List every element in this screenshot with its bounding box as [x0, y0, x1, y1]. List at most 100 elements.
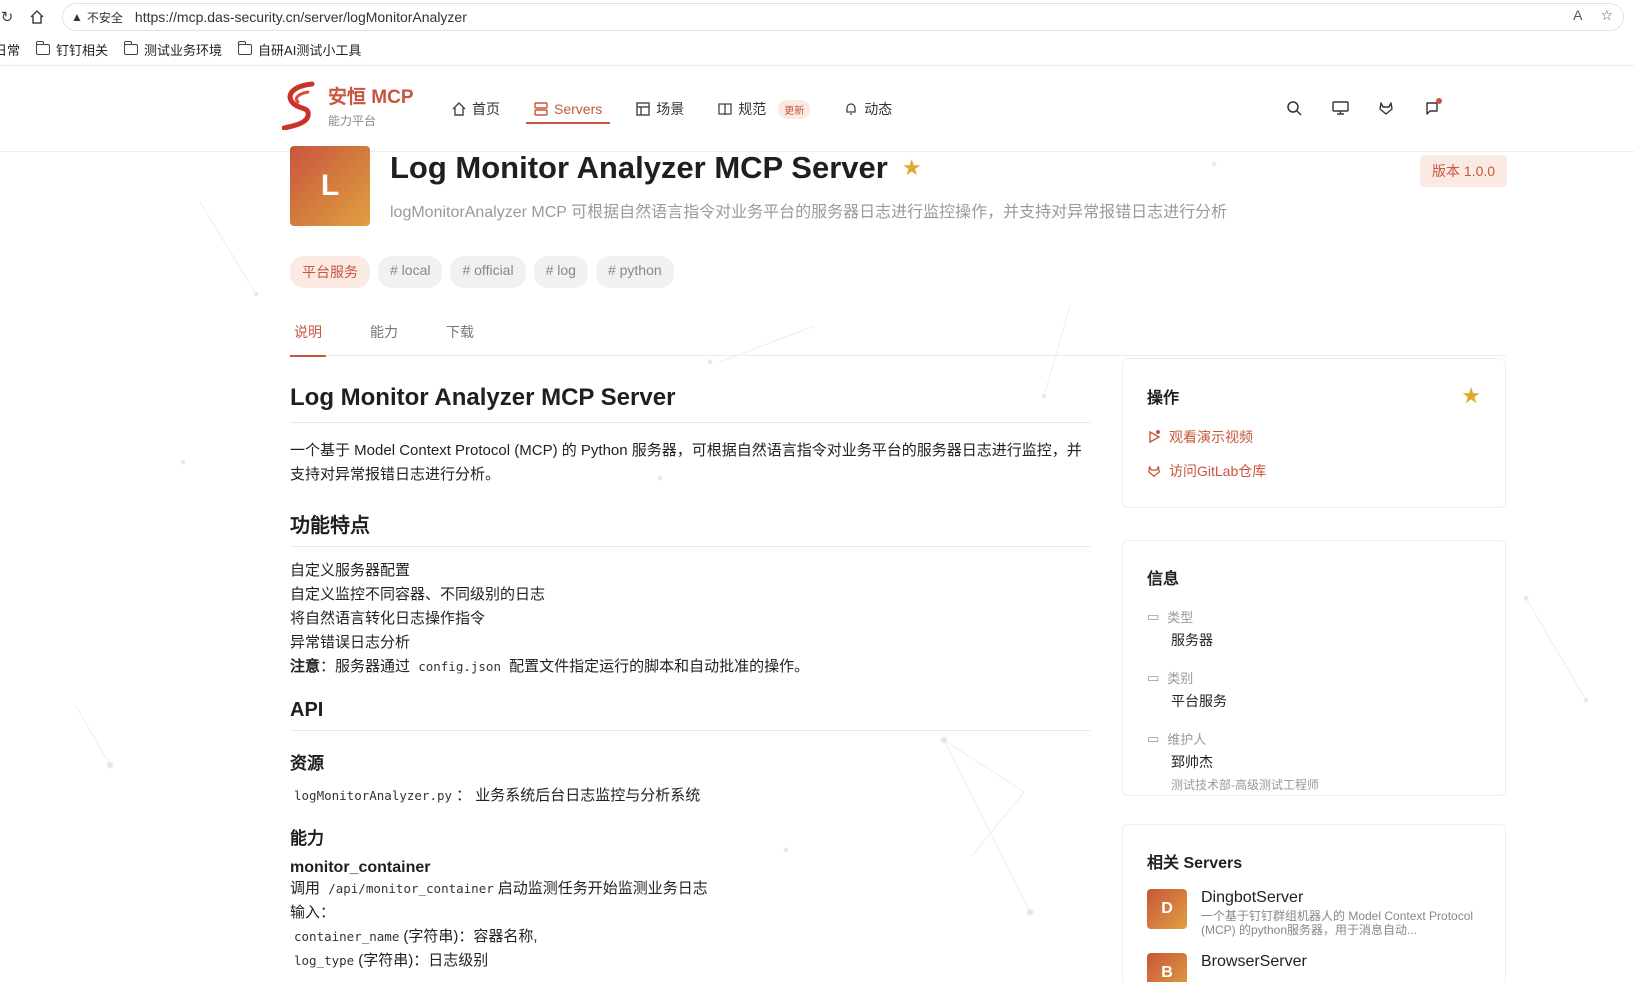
tag-item[interactable]: # log [533, 256, 588, 288]
related-avatar: D [1147, 889, 1187, 929]
nav-specs[interactable]: 规范 更新 [718, 96, 811, 122]
bookmarks-bar: 日常 钉钉相关 测试业务环境 自研AI测试小工具 [0, 34, 1634, 66]
nav-home[interactable]: 首页 [452, 96, 500, 122]
warning-icon: ▲ [71, 10, 83, 24]
bookmark-item[interactable]: 日常 [0, 40, 20, 59]
nav-scenes[interactable]: 场景 [636, 96, 684, 122]
tool-call-text: 启动监测任务开始监测业务日志 [497, 880, 708, 897]
nav-label: 首页 [472, 101, 500, 117]
link-label: 观看演示视频 [1169, 429, 1253, 445]
readme-title: Log Monitor Analyzer MCP Server [290, 384, 1090, 423]
address-bar[interactable]: ▲ 不安全 https://mcp.das-security.cn/server… [62, 3, 1624, 31]
info-value: 郅帅杰 [1171, 754, 1213, 770]
header-actions [1284, 98, 1442, 118]
message-icon[interactable] [1422, 98, 1442, 118]
logo-icon [282, 81, 315, 130]
bookmark-folder[interactable]: 自研AI测试小工具 [237, 40, 361, 59]
title-text: Log Monitor Analyzer MCP Server [390, 150, 888, 185]
gitlab-repo-link[interactable]: 访问GitLab仓库 [1147, 461, 1481, 481]
tool-call-text: 调用 [290, 880, 321, 897]
bookmark-label: 钉钉相关 [56, 43, 109, 58]
param-line: container_name (字符串)：容器名称, [290, 925, 1090, 949]
demo-video-link[interactable]: 观看演示视频 [1147, 427, 1481, 447]
home-icon[interactable] [26, 6, 48, 28]
bookmark-folder[interactable]: 钉钉相关 [35, 40, 109, 59]
play-icon [1149, 430, 1161, 444]
security-indicator[interactable]: ▲ 不安全 [71, 9, 123, 26]
book-icon [718, 103, 732, 116]
info-value: 服务器 [1171, 632, 1213, 648]
info-card: 信息 ▭ 类型 服务器 ▭ 类别 平台服务 ▭ 维护人 郅帅杰 测试技术部-高级测试工… [1122, 540, 1506, 796]
info-value: 平台服务 [1171, 693, 1227, 709]
nav-label: 规范 [738, 101, 767, 117]
favorite-star-icon[interactable]: ☆ [1600, 7, 1613, 24]
nav-servers[interactable]: Servers [525, 96, 611, 124]
info-label: 维护人 [1167, 732, 1207, 747]
ability-heading: 能力 [290, 829, 324, 848]
version-badge: 版本 1.0.0 [1420, 155, 1508, 187]
related-desc: 一个基于钉钉群组机器人的 Model Context Protocol (MCP… [1201, 909, 1474, 937]
layout-icon [636, 102, 650, 116]
tab-readme[interactable]: 说明 [290, 320, 326, 357]
feature-item: 自定义服务器配置 [290, 562, 411, 579]
resource-line: logMonitorAnalyzer.py： 业务系统后台日志监控与分析系统 [290, 784, 1090, 808]
reload-icon[interactable]: ↻ [0, 6, 18, 28]
api-heading: API [290, 699, 1090, 731]
maintainer-role: 测试技术部-高级测试工程师 [1171, 778, 1319, 792]
bookmark-folder[interactable]: 测试业务环境 [123, 40, 222, 59]
tab-abilities[interactable]: 能力 [366, 320, 402, 356]
operations-title: 操作 [1147, 390, 1180, 407]
search-icon[interactable] [1284, 98, 1304, 118]
nav-label: Servers [554, 101, 603, 117]
param-text: (字符串)：容器名称, [403, 928, 538, 945]
monitor-icon[interactable] [1330, 98, 1350, 118]
tag-item[interactable]: # official [450, 256, 526, 288]
tag-item[interactable]: # local [378, 256, 443, 288]
related-server-item[interactable]: D DingbotServer 一个基于钉钉群组机器人的 Model Conte… [1147, 889, 1481, 937]
tag-list: 平台服务 # local # official # log # python [290, 256, 674, 288]
input-label: 输入： [290, 904, 336, 921]
star-icon[interactable]: ★ [1461, 383, 1481, 409]
feature-item: 将自然语言转化日志操作指令 [290, 610, 486, 627]
nav-news[interactable]: 动态 [844, 96, 892, 122]
folder-icon [123, 41, 139, 55]
operations-card: 操作 ★ 观看演示视频 访问GitLab仓库 [1122, 358, 1506, 508]
tab-download[interactable]: 下载 [442, 320, 478, 356]
url-text[interactable]: https://mcp.das-security.cn/server/logMo… [135, 9, 467, 25]
content-tabs: 说明 能力 下载 [290, 320, 1506, 357]
note-text: 配置文件指定运行的脚本和自动批准的操作。 [509, 658, 810, 675]
related-server-item[interactable]: B BrowserServer [1147, 953, 1481, 982]
readme-content: Log Monitor Analyzer MCP Server 一个基于 Mod… [290, 384, 1090, 973]
folder-icon [237, 41, 253, 55]
nav-label: 场景 [656, 101, 685, 117]
site-logo[interactable]: 安恒 MCP 能力平台 [282, 80, 414, 130]
bookmark-label: 日常 [0, 43, 21, 58]
browser-toolbar: ↻ ▲ 不安全 https://mcp.das-security.cn/serv… [0, 0, 1634, 34]
intro-paragraph: 一个基于 Model Context Protocol (MCP) 的 Pyth… [290, 442, 1082, 483]
endpoint-code: /api/monitor_container [328, 881, 494, 896]
info-maintainer: ▭ 维护人 郅帅杰 测试技术部-高级测试工程师 [1147, 729, 1481, 793]
related-name: BrowserServer [1201, 953, 1307, 970]
link-label: 访问GitLab仓库 [1169, 463, 1267, 479]
related-servers-card: 相关 Servers D DingbotServer 一个基于钉钉群组机器人的 … [1122, 824, 1506, 982]
update-badge: 更新 [778, 99, 811, 119]
resource-code: logMonitorAnalyzer.py [294, 788, 453, 803]
notification-dot [1436, 98, 1442, 104]
resources-heading: 资源 [290, 754, 324, 773]
param-text: (字符串)：日志级别 [358, 952, 489, 969]
info-type: ▭ 类型 服务器 [1147, 607, 1481, 650]
site-header: 安恒 MCP 能力平台 首页 Servers 场景 规范 更新 动态 [0, 66, 1634, 152]
gitlab-icon[interactable] [1376, 98, 1396, 118]
comment-icon: ▭ [1147, 669, 1160, 685]
read-aloud-icon[interactable]: A [1573, 7, 1582, 24]
note-label: 注意 [290, 658, 321, 675]
param-code: log_type [294, 953, 355, 968]
note-text: ：服务器通过 [320, 658, 411, 675]
comment-icon: ▭ [1147, 730, 1160, 746]
star-icon[interactable]: ★ [902, 155, 922, 181]
tag-category[interactable]: 平台服务 [290, 256, 370, 288]
tag-item[interactable]: # python [595, 256, 674, 288]
tool-name: monitor_container [290, 859, 431, 876]
note-line: 注意：服务器通过 config.json 配置文件指定运行的脚本和自动批准的操作… [290, 655, 1090, 679]
folder-icon [35, 41, 51, 55]
